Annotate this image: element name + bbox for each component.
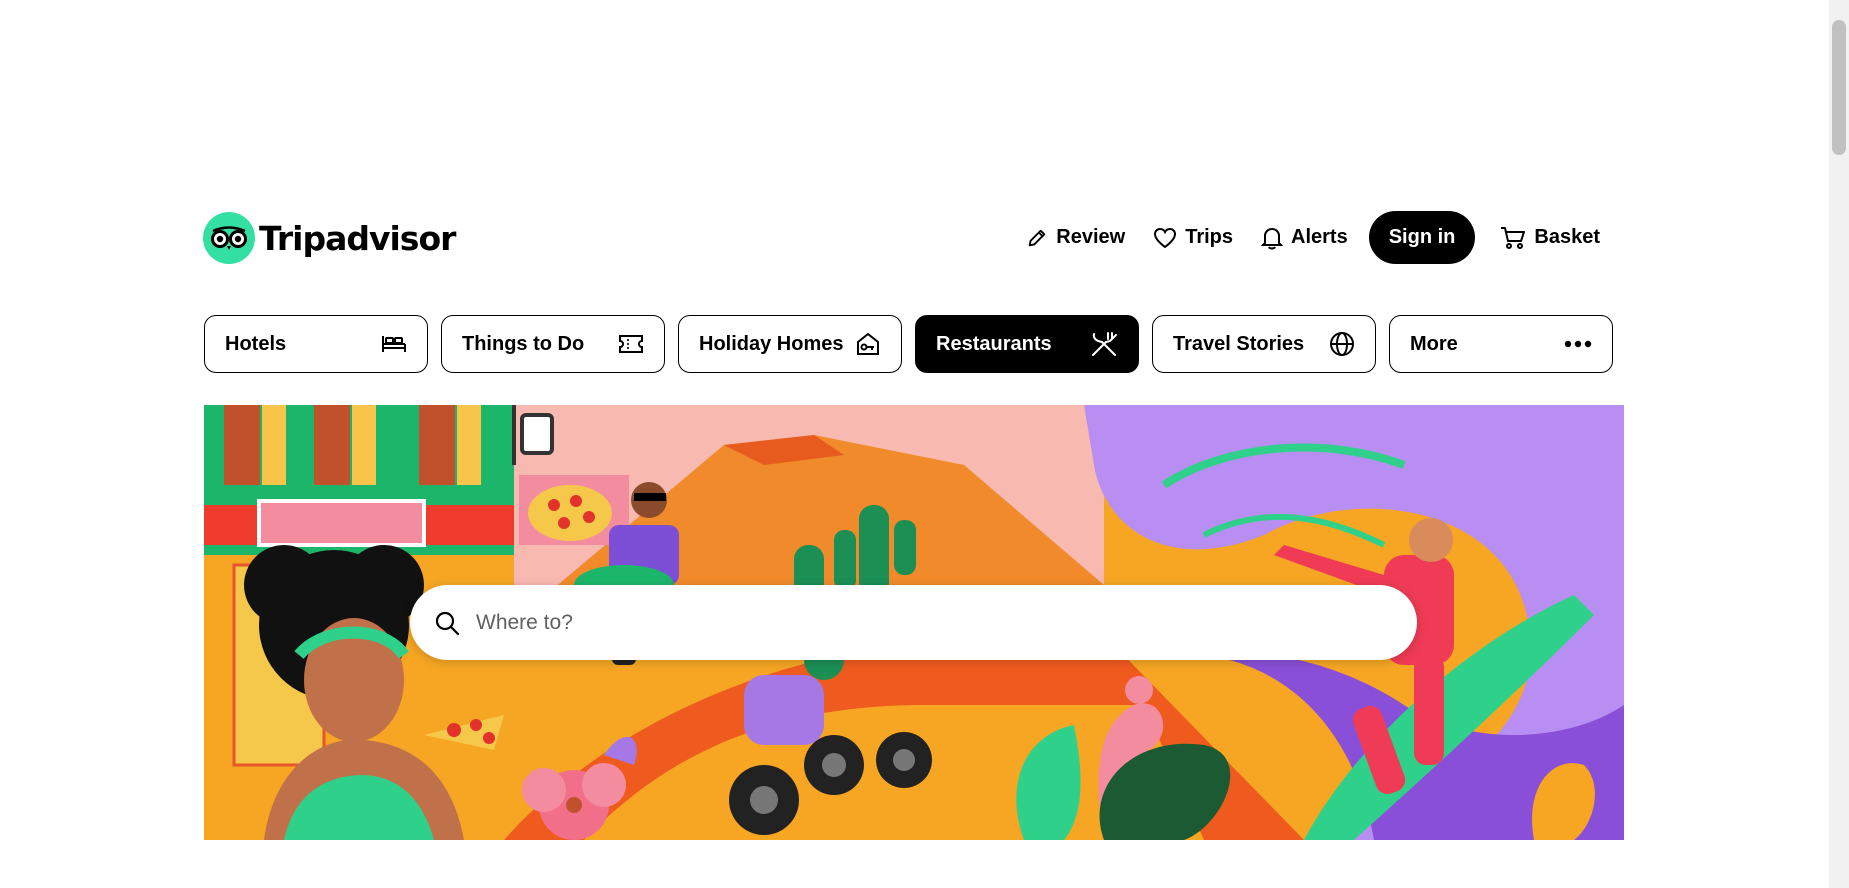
alerts-label: Alerts xyxy=(1291,226,1348,248)
tab-things-to-do[interactable]: Things to Do xyxy=(441,315,665,373)
tab-label: Hotels xyxy=(225,332,287,355)
page-scrollbar[interactable] xyxy=(1829,0,1849,888)
tab-holiday-homes[interactable]: Holiday Homes xyxy=(678,315,902,373)
trips-link[interactable]: Trips xyxy=(1142,214,1244,262)
search-bar[interactable] xyxy=(410,585,1417,660)
bell-icon xyxy=(1261,227,1284,249)
logo-wordmark: Tripadvisor xyxy=(259,218,456,258)
tab-more[interactable]: More xyxy=(1389,315,1613,373)
cutlery-icon xyxy=(1092,332,1117,356)
basket-link[interactable]: Basket xyxy=(1489,214,1611,262)
more-dots-icon xyxy=(1564,340,1592,348)
tab-label: More xyxy=(1410,332,1458,355)
tab-travel-stories[interactable]: Travel Stories xyxy=(1152,315,1376,373)
house-key-icon xyxy=(857,332,879,355)
page: Tripadvisor Review Trips Alerts Sign in xyxy=(0,0,1829,888)
header-nav: Review Trips Alerts Sign in Basket xyxy=(1009,211,1611,264)
owl-logo-icon xyxy=(203,212,255,264)
ticket-icon xyxy=(619,335,643,353)
tab-label: Restaurants xyxy=(936,332,1052,355)
tab-hotels[interactable]: Hotels xyxy=(204,315,428,373)
search-input[interactable] xyxy=(474,609,1378,636)
tab-label: Things to Do xyxy=(462,332,585,355)
tab-label: Travel Stories xyxy=(1173,332,1305,355)
tab-restaurants[interactable]: Restaurants xyxy=(915,315,1139,373)
pencil-icon xyxy=(1029,229,1046,246)
scrollbar-thumb[interactable] xyxy=(1832,20,1846,155)
trips-label: Trips xyxy=(1185,226,1234,248)
heart-icon xyxy=(1154,227,1177,248)
category-tabs: Hotels Things to Do Holiday Homes Restau… xyxy=(204,315,1613,373)
search-icon xyxy=(435,611,460,635)
basket-label: Basket xyxy=(1534,226,1600,248)
alerts-link[interactable]: Alerts xyxy=(1250,214,1359,262)
bed-icon xyxy=(382,336,406,352)
review-label: Review xyxy=(1056,226,1126,248)
cart-icon xyxy=(1501,226,1526,249)
globe-icon xyxy=(1330,332,1354,356)
tripadvisor-logo[interactable]: Tripadvisor xyxy=(203,212,456,264)
tab-label: Holiday Homes xyxy=(699,332,844,355)
sign-in-button[interactable]: Sign in xyxy=(1368,211,1476,264)
review-link[interactable]: Review xyxy=(1015,214,1136,262)
